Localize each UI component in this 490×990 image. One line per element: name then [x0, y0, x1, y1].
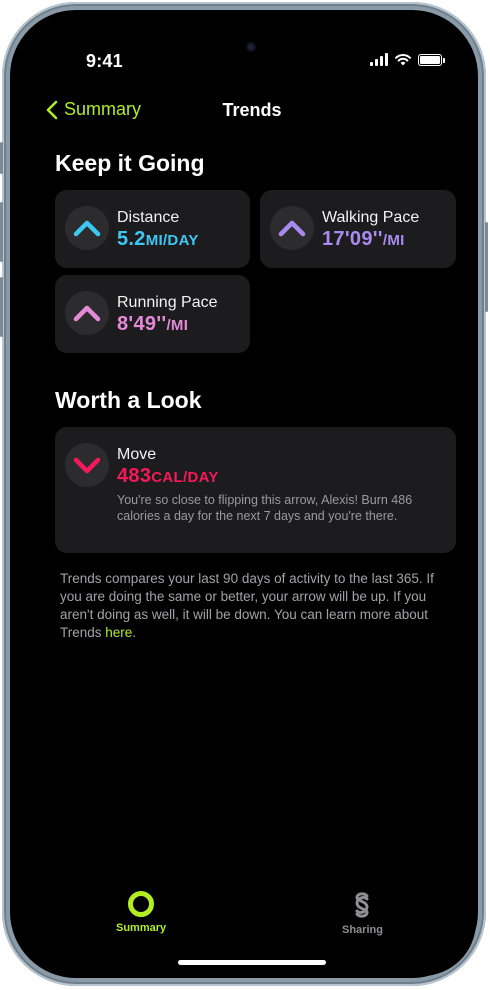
learn-more-link[interactable]: here	[105, 625, 132, 640]
home-indicator[interactable]	[178, 960, 326, 965]
trend-value: 5.2MI/DAY	[117, 228, 199, 250]
tab-summary[interactable]: Summary	[116, 890, 166, 934]
trend-arrow	[65, 291, 109, 335]
section-title-worth-a-look: Worth a Look	[55, 387, 202, 413]
front-camera	[246, 42, 256, 52]
tab-sharing[interactable]: Sharing	[342, 890, 383, 936]
trend-label: Move	[117, 446, 157, 463]
tab-label: Sharing	[342, 924, 383, 936]
trend-value: 483CAL/DAY	[117, 465, 219, 487]
trends-explanation: Trends compares your last 90 days of act…	[60, 571, 434, 640]
trend-value: 8'49''/MI	[117, 313, 189, 335]
bezel: 9:41 Summary Trends Keep it Going Distan…	[10, 10, 478, 978]
page-title: Trends	[222, 100, 282, 120]
trend-card-move[interactable]: Move 483CAL/DAY You're so close to flipp…	[55, 427, 456, 553]
arrow-up-icon	[278, 220, 306, 237]
arrow-down-icon	[73, 457, 101, 474]
section-title-keep-going: Keep it Going	[55, 150, 205, 176]
screen: 9:41 Summary Trends Keep it Going Distan…	[28, 28, 476, 976]
trend-value: 17'09''/MI	[322, 228, 405, 250]
trend-description: You're so close to flipping this arrow, …	[117, 493, 413, 523]
status-icons	[370, 53, 445, 66]
arrow-up-icon	[73, 220, 101, 237]
wifi-icon	[395, 53, 411, 66]
trend-label: Walking Pace	[322, 209, 420, 226]
notch	[164, 28, 346, 70]
tab-label: Summary	[116, 922, 167, 934]
trend-card-running-pace[interactable]: Running Pace 8'49''/MI	[55, 275, 250, 353]
volume-down-button	[0, 277, 3, 337]
trend-card-walking-pace[interactable]: Walking Pace 17'09''/MI	[260, 190, 456, 268]
trend-label: Distance	[117, 209, 180, 226]
action-button	[0, 142, 3, 174]
arrow-up-icon	[73, 305, 101, 322]
trend-label: Running Pace	[117, 294, 218, 311]
cellular-signal-icon	[370, 53, 388, 66]
volume-up-button	[0, 202, 3, 262]
sharing-icon	[355, 892, 369, 918]
summary-ring-icon	[128, 891, 155, 917]
trend-arrow	[65, 443, 109, 487]
trend-arrow	[65, 206, 109, 250]
trend-arrow	[270, 206, 314, 250]
status-time: 9:41	[86, 51, 123, 71]
power-button	[485, 222, 488, 312]
device-frame: 9:41 Summary Trends Keep it Going Distan…	[0, 2, 488, 986]
battery-icon	[418, 53, 445, 66]
trend-card-distance[interactable]: Distance 5.2MI/DAY	[55, 190, 250, 268]
